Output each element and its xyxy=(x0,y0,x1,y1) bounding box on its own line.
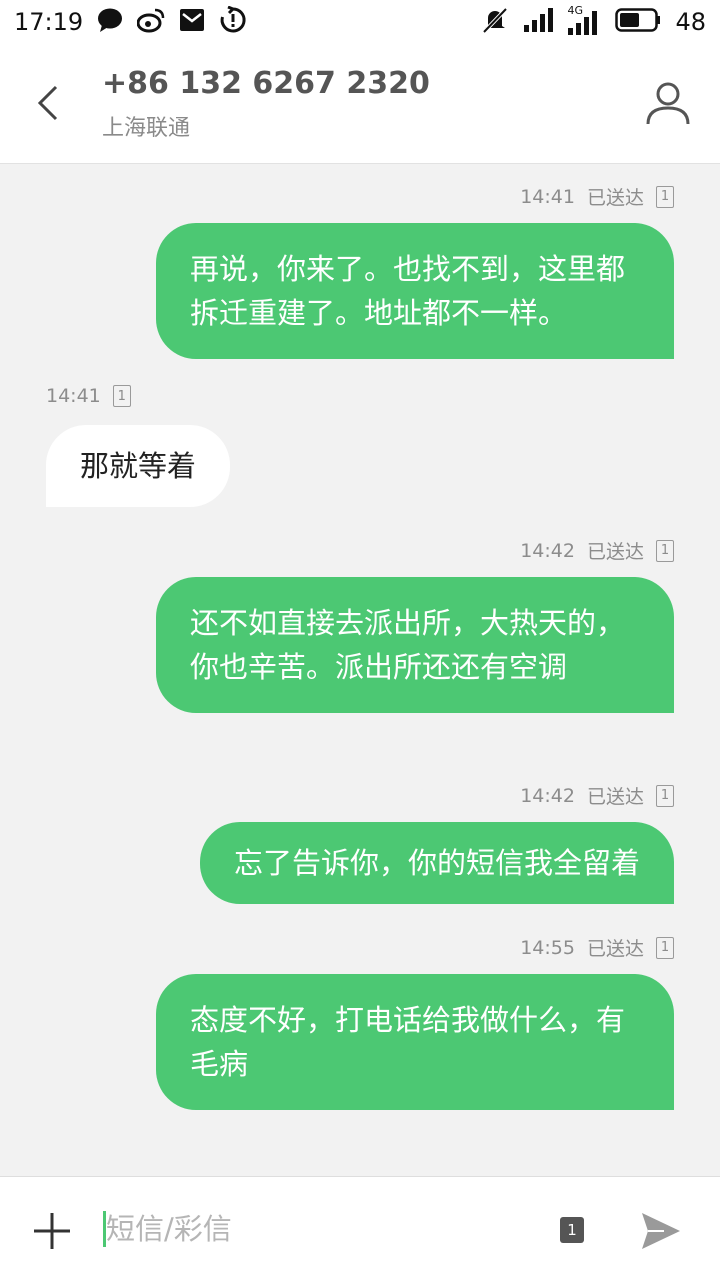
message-meta: 14:41 已送达 1 xyxy=(520,183,674,210)
person-icon xyxy=(646,82,690,125)
sim-card-icon: 1 xyxy=(656,784,674,807)
message-meta: 14:41 1 xyxy=(46,385,131,407)
message-composer: 1 xyxy=(0,1176,720,1280)
conversation-header: +86 132 6267 2320 上海联通 xyxy=(0,44,720,164)
message-bubble-outgoing[interactable]: 还不如直接去派出所，大热天的，你也辛苦。派出所还还有空调 xyxy=(156,577,674,713)
message-bubble-incoming[interactable]: 那就等着 xyxy=(46,425,231,507)
back-button[interactable] xyxy=(18,70,78,136)
message-meta: 14:42 已送达 1 xyxy=(520,537,674,564)
status-time: 17:19 xyxy=(14,8,84,36)
message-time: 14:41 xyxy=(46,385,101,407)
contact-number: +86 132 6267 2320 xyxy=(102,66,430,101)
message-meta: 14:42 已送达 1 xyxy=(520,782,674,809)
delivery-status: 已送达 xyxy=(586,187,644,209)
message-meta: 14:55 已送达 1 xyxy=(520,934,674,961)
plus-icon xyxy=(34,1213,70,1249)
contact-profile-button[interactable] xyxy=(642,78,694,130)
message-bubble-outgoing[interactable]: 态度不好，打电话给我做什么，有毛病 xyxy=(156,974,674,1110)
add-attachment-button[interactable] xyxy=(30,1209,74,1253)
muted-bell-icon xyxy=(481,6,509,38)
message-time: 14:55 xyxy=(520,936,575,959)
sim-card-icon: 1 xyxy=(112,385,131,407)
chat-bubble-icon xyxy=(97,7,123,37)
send-button[interactable] xyxy=(640,1211,682,1251)
battery-level: 48 xyxy=(675,8,706,36)
message-bubble-outgoing[interactable]: 忘了告诉你，你的短信我全留着 xyxy=(199,822,674,904)
contact-carrier: 上海联通 xyxy=(102,116,191,141)
send-icon xyxy=(642,1213,680,1249)
weibo-icon xyxy=(136,7,165,37)
sim-select-button[interactable]: 1 xyxy=(560,1217,584,1243)
sim-card-icon: 1 xyxy=(656,936,674,959)
sync-icon xyxy=(219,5,247,38)
signal-icon xyxy=(523,7,554,37)
chevron-left-icon xyxy=(37,85,58,121)
delivery-status: 已送达 xyxy=(586,938,644,960)
message-time: 14:42 xyxy=(520,539,575,562)
message-time: 14:41 xyxy=(520,185,575,208)
mail-icon xyxy=(179,7,205,37)
status-bar: 17:19 4G 48 xyxy=(0,0,720,44)
battery-icon xyxy=(615,7,661,37)
message-input[interactable] xyxy=(104,1203,524,1255)
message-bubble-outgoing[interactable]: 再说，你来了。也找不到，这里都拆迁重建了。地址都不一样。 xyxy=(156,223,674,359)
message-time: 14:42 xyxy=(520,784,575,807)
delivery-status: 已送达 xyxy=(586,541,644,563)
sim-card-icon: 1 xyxy=(656,539,674,562)
signal-4g-icon: 4G xyxy=(567,4,601,36)
sim-card-icon: 1 xyxy=(656,185,674,208)
delivery-status: 已送达 xyxy=(586,786,644,808)
